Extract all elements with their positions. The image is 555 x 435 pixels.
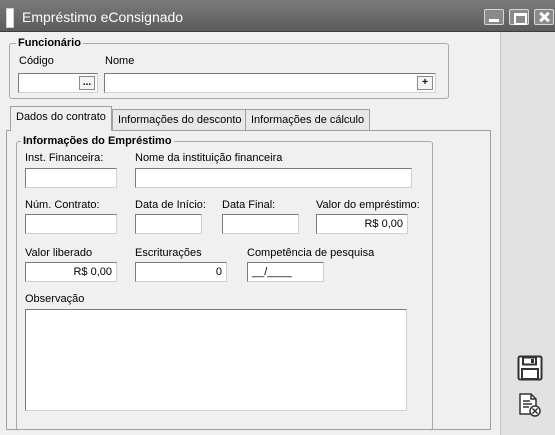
save-button[interactable] [517,355,543,381]
cancel-button[interactable] [516,392,542,418]
codigo-label: Código [19,55,54,67]
observacao-textarea[interactable] [25,309,407,411]
observacao-label: Observação [25,293,85,305]
nome-instituicao-input[interactable] [135,168,412,188]
data-final-label: Data Final: [222,199,276,211]
floppy-disk-icon [517,355,543,381]
funcionario-group-title: Funcionário [16,37,83,49]
inst-financeira-label: Inst. Financeira: [25,152,104,164]
escrituracoes-input[interactable]: 0 [135,262,227,282]
data-inicio-input[interactable] [135,214,202,234]
nome-input[interactable] [104,73,436,93]
app-icon [6,8,14,28]
valor-emprestimo-label: Valor do empréstimo: [316,199,420,211]
competencia-label: Competência de pesquisa [247,247,375,259]
emprestimo-group-title: Informações do Empréstimo [21,135,174,147]
maximize-button[interactable] [509,9,529,25]
document-cancel-icon [519,393,541,417]
minimize-button[interactable] [484,9,504,25]
valor-liberado-input[interactable]: R$ 0,00 [25,262,117,282]
nome-instituicao-label: Nome da instituição financeira [135,152,283,164]
close-button[interactable] [534,9,554,25]
data-final-input[interactable] [222,214,299,234]
tab-informacoes-do-desconto[interactable]: Informações do desconto [112,109,248,130]
tab-informacoes-de-calculo[interactable]: Informações de cálculo [245,109,371,130]
nome-add-button[interactable]: + [417,76,433,90]
num-contrato-label: Núm. Contrato: [25,199,100,211]
codigo-lookup-button[interactable]: ... [79,76,95,90]
num-contrato-input[interactable] [25,214,117,234]
competencia-input[interactable]: __/____ [247,262,324,282]
tab-dados-do-contrato[interactable]: Dados do contrato [10,106,112,131]
escrituracoes-label: Escriturações [135,247,202,259]
data-inicio-label: Data de Início: [135,199,206,211]
valor-liberado-label: Valor liberado [25,247,93,259]
valor-emprestimo-input[interactable]: R$ 0,00 [316,214,408,234]
inst-financeira-input[interactable] [25,168,117,188]
window-title: Empréstimo eConsignado [22,9,184,25]
nome-label: Nome [105,55,135,67]
window-titlebar[interactable]: Empréstimo eConsignado [0,0,555,32]
